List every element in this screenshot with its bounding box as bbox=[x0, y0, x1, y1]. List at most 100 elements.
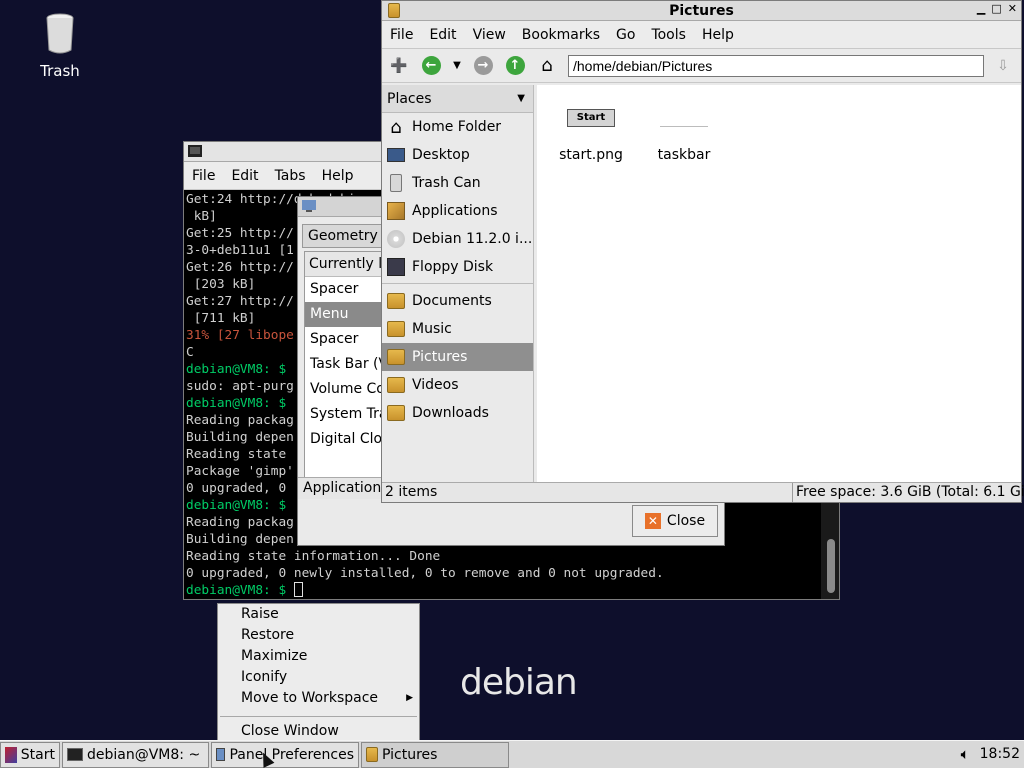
menu-file[interactable]: File bbox=[382, 27, 421, 43]
sidebar-item-videos[interactable]: Videos bbox=[382, 371, 533, 399]
menu-item-raise[interactable]: Raise bbox=[218, 604, 419, 625]
applet-item[interactable]: Spacer bbox=[305, 327, 389, 352]
sidebar-item-downloads[interactable]: Downloads bbox=[382, 399, 533, 427]
desktop-icon bbox=[386, 145, 406, 165]
task-label: Panel Preferences bbox=[229, 746, 354, 763]
menu-go[interactable]: Go bbox=[608, 27, 643, 43]
system-tray: 🔈︎ 18:52 bbox=[961, 745, 1020, 763]
forward-button[interactable]: → bbox=[470, 53, 496, 79]
menu-help[interactable]: Help bbox=[694, 27, 742, 43]
window-context-menu: Raise Restore Maximize Iconify Move to Works… bbox=[217, 603, 420, 741]
menu-help[interactable]: Help bbox=[314, 168, 362, 184]
terminal-scroll-thumb[interactable] bbox=[827, 539, 835, 593]
sidebar-item-desktop[interactable]: Desktop bbox=[382, 141, 533, 169]
file-item-start-png[interactable]: Start start.png bbox=[557, 109, 625, 163]
up-button[interactable]: ↑ bbox=[502, 53, 528, 79]
applet-item[interactable]: Volume Co bbox=[305, 377, 389, 402]
file-manager-window[interactable]: Pictures ▁ □ ✕ File Edit View Bookmarks Go To… bbox=[381, 0, 1024, 503]
sidebar-item-label: Desktop bbox=[412, 147, 470, 163]
menu-item-move-to-workspace[interactable]: Move to Workspace ▶ bbox=[218, 688, 419, 709]
go-icon: ⇩ bbox=[997, 57, 1009, 74]
maximize-icon[interactable]: □ bbox=[991, 2, 1001, 15]
places-header-label: Places bbox=[387, 90, 432, 107]
applet-item[interactable]: System Tra bbox=[305, 402, 389, 427]
floppy-icon bbox=[386, 257, 406, 277]
task-terminal[interactable]: debian@VM8: ~ bbox=[62, 741, 209, 768]
file-view[interactable]: Start start.png taskbar bbox=[537, 85, 1021, 483]
new-tab-icon: ➕ bbox=[390, 57, 408, 74]
volume-icon[interactable]: 🔈︎ bbox=[961, 745, 970, 763]
menu-edit[interactable]: Edit bbox=[223, 168, 266, 184]
menu-item-label: Restore bbox=[241, 627, 295, 643]
clock[interactable]: 18:52 bbox=[980, 746, 1020, 762]
fm-titlebar[interactable]: Pictures ▁ □ ✕ bbox=[382, 1, 1021, 21]
menu-item-label: Raise bbox=[241, 606, 279, 622]
close-button[interactable]: ✕ Close bbox=[632, 505, 718, 537]
applet-item[interactable]: Menu bbox=[305, 302, 389, 327]
applet-item[interactable]: Task Bar (V bbox=[305, 352, 389, 377]
go-button[interactable]: ⇩ bbox=[990, 53, 1016, 79]
sidebar-item-label: Videos bbox=[412, 377, 459, 393]
menu-item-iconify[interactable]: Iconify bbox=[218, 667, 419, 688]
places-sidebar: Places ▼ ⌂ Home Folder Desktop Trash Can App… bbox=[382, 85, 534, 483]
applet-item[interactable]: Digital Cloc bbox=[305, 427, 389, 452]
trash-icon bbox=[46, 13, 74, 54]
task-pictures[interactable]: Pictures bbox=[361, 741, 509, 768]
desktop-trash-label: Trash bbox=[40, 62, 80, 80]
applications-strip: Application bbox=[298, 477, 388, 499]
prefs-window-icon bbox=[302, 200, 316, 212]
file-name: taskbar bbox=[657, 147, 711, 163]
sidebar-item-label: Music bbox=[412, 321, 452, 337]
terminal-line: 0 upgraded, 0 newly installed, 0 to remo… bbox=[186, 566, 664, 581]
applet-list-header: Currently lo bbox=[305, 252, 389, 277]
sidebar-item-music[interactable]: Music bbox=[382, 315, 533, 343]
menu-item-close-window[interactable]: Close Window bbox=[218, 721, 419, 742]
folder-icon bbox=[386, 347, 406, 367]
menu-bookmarks[interactable]: Bookmarks bbox=[514, 27, 608, 43]
home-button[interactable]: ⌂ bbox=[534, 53, 560, 79]
minimize-icon[interactable]: ▁ bbox=[977, 2, 985, 15]
sidebar-item-home-folder[interactable]: ⌂ Home Folder bbox=[382, 113, 533, 141]
forward-icon: → bbox=[473, 56, 493, 75]
close-window-icon[interactable]: ✕ bbox=[1008, 2, 1017, 15]
folder-icon bbox=[386, 403, 406, 423]
sidebar-item-label: Documents bbox=[412, 293, 492, 309]
sidebar-item-floppy-disk[interactable]: Floppy Disk bbox=[382, 253, 533, 281]
monitor-icon bbox=[216, 748, 226, 761]
menu-edit[interactable]: Edit bbox=[421, 27, 464, 43]
menu-file[interactable]: File bbox=[184, 168, 223, 184]
trash-icon bbox=[386, 173, 406, 193]
start-button[interactable]: Start bbox=[0, 741, 60, 768]
new-tab-button[interactable]: ➕ bbox=[386, 53, 412, 79]
back-button[interactable]: ← bbox=[418, 53, 444, 79]
sidebar-item-debian-11-2-0-i[interactable]: Debian 11.2.0 i... bbox=[382, 225, 533, 253]
task-panel-preferences[interactable]: Panel Preferences bbox=[211, 741, 359, 768]
sidebar-item-label: Home Folder bbox=[412, 119, 502, 135]
menu-item-maximize[interactable]: Maximize bbox=[218, 646, 419, 667]
menu-tools[interactable]: Tools bbox=[643, 27, 694, 43]
menu-item-restore[interactable]: Restore bbox=[218, 625, 419, 646]
places-header[interactable]: Places ▼ bbox=[382, 85, 533, 113]
file-item-taskbar[interactable]: taskbar bbox=[647, 109, 721, 163]
sidebar-item-applications[interactable]: Applications bbox=[382, 197, 533, 225]
folder-icon bbox=[366, 747, 378, 762]
terminal-line: Reading state information... Done bbox=[186, 549, 441, 564]
path-input[interactable] bbox=[568, 54, 984, 77]
debian-logo: debian bbox=[460, 662, 578, 703]
start-label: Start bbox=[20, 746, 55, 763]
menu-view[interactable]: View bbox=[465, 27, 514, 43]
terminal-icon bbox=[188, 145, 202, 157]
history-dropdown[interactable]: ▼ bbox=[450, 53, 464, 79]
tab-geometry[interactable]: Geometry bbox=[302, 224, 384, 248]
cdrom-icon bbox=[386, 229, 406, 249]
task-label: Pictures bbox=[382, 746, 438, 763]
back-icon: ← bbox=[421, 56, 441, 75]
applet-list[interactable]: Currently lo Spacer Menu Spacer Task Bar (V… bbox=[304, 251, 390, 479]
menu-tabs[interactable]: Tabs bbox=[267, 168, 314, 184]
sidebar-item-documents[interactable]: Documents bbox=[382, 287, 533, 315]
applet-item[interactable]: Spacer bbox=[305, 277, 389, 302]
folder-icon bbox=[386, 375, 406, 395]
desktop-trash[interactable]: Trash bbox=[28, 12, 92, 80]
sidebar-item-trash-can[interactable]: Trash Can bbox=[382, 169, 533, 197]
sidebar-item-pictures[interactable]: Pictures bbox=[382, 343, 533, 371]
